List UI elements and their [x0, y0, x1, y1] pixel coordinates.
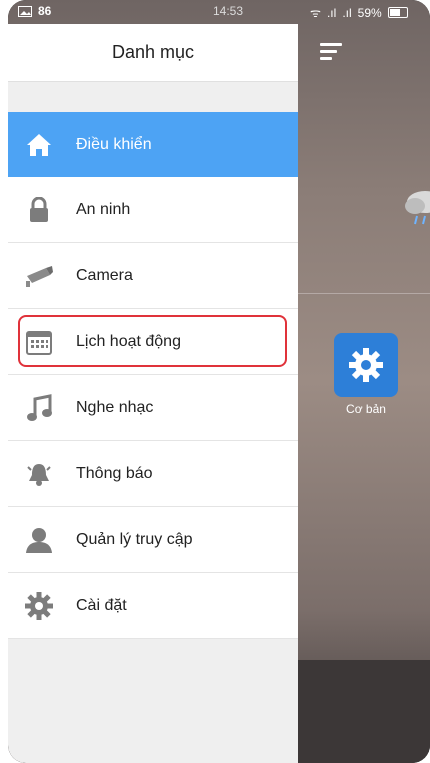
- wifi-icon: ᯤ: [310, 6, 321, 20]
- drawer-title: Danh mục: [8, 24, 298, 82]
- menu-item-label: Quản lý truy cập: [76, 530, 193, 548]
- user-icon: [24, 525, 54, 555]
- highlight-box: [18, 315, 287, 367]
- menu-item-dieu-khien[interactable]: Điều khiển: [8, 112, 298, 177]
- camera-icon: [24, 261, 54, 291]
- gear-icon: [24, 591, 54, 621]
- divider: [298, 293, 430, 294]
- bottom-band: [298, 660, 430, 763]
- menu-item-label: Camera: [76, 266, 133, 284]
- menu-item-cai-dat[interactable]: Cài đặt: [8, 573, 298, 639]
- basic-tile-button[interactable]: [334, 333, 398, 397]
- drawer-menu: Điều khiển An ninh Camera Lịch hoạt động…: [8, 112, 298, 639]
- status-bar: 86 14:53 ᯤ .ıl .ıl 59%: [8, 0, 430, 24]
- phone-screen: T Cơ bản T: [8, 0, 430, 763]
- signal-icon-2: .ıl: [342, 5, 352, 20]
- lock-icon: [24, 195, 54, 225]
- music-note-icon: [24, 393, 54, 423]
- menu-item-an-ninh[interactable]: An ninh: [8, 177, 298, 243]
- tile-label: Cơ bản: [346, 402, 386, 416]
- hamburger-menu-icon[interactable]: [320, 43, 342, 60]
- rain-cloud-icon: [405, 191, 430, 225]
- menu-item-label: Điều khiển: [76, 135, 152, 153]
- menu-item-quan-ly-truy-cap[interactable]: Quản lý truy cập: [8, 507, 298, 573]
- menu-item-label: Cài đặt: [76, 596, 127, 614]
- home-icon: [24, 130, 54, 160]
- clock: 14:53: [213, 4, 244, 18]
- signal-icon: .ıl: [326, 5, 337, 20]
- image-icon: [18, 5, 32, 17]
- notification-count: 86: [38, 4, 52, 18]
- menu-item-label: An ninh: [76, 200, 131, 218]
- menu-item-label: Nghe nhạc: [76, 398, 154, 416]
- menu-item-nghe-nhac[interactable]: Nghe nhạc: [8, 375, 298, 441]
- battery-percent: 59%: [357, 5, 382, 20]
- menu-item-thong-bao[interactable]: Thông báo: [8, 441, 298, 507]
- menu-item-camera[interactable]: Camera: [8, 243, 298, 309]
- menu-item-lich-hoat-dong[interactable]: Lịch hoạt động: [8, 309, 298, 375]
- gear-icon: [349, 348, 383, 382]
- drawer-spacer: [8, 82, 298, 112]
- navigation-drawer: Danh mục Điều khiển An ninh Camera Lịch …: [8, 24, 298, 763]
- bell-icon: [24, 459, 54, 489]
- menu-item-label: Thông báo: [76, 464, 153, 482]
- battery-icon: [387, 7, 408, 18]
